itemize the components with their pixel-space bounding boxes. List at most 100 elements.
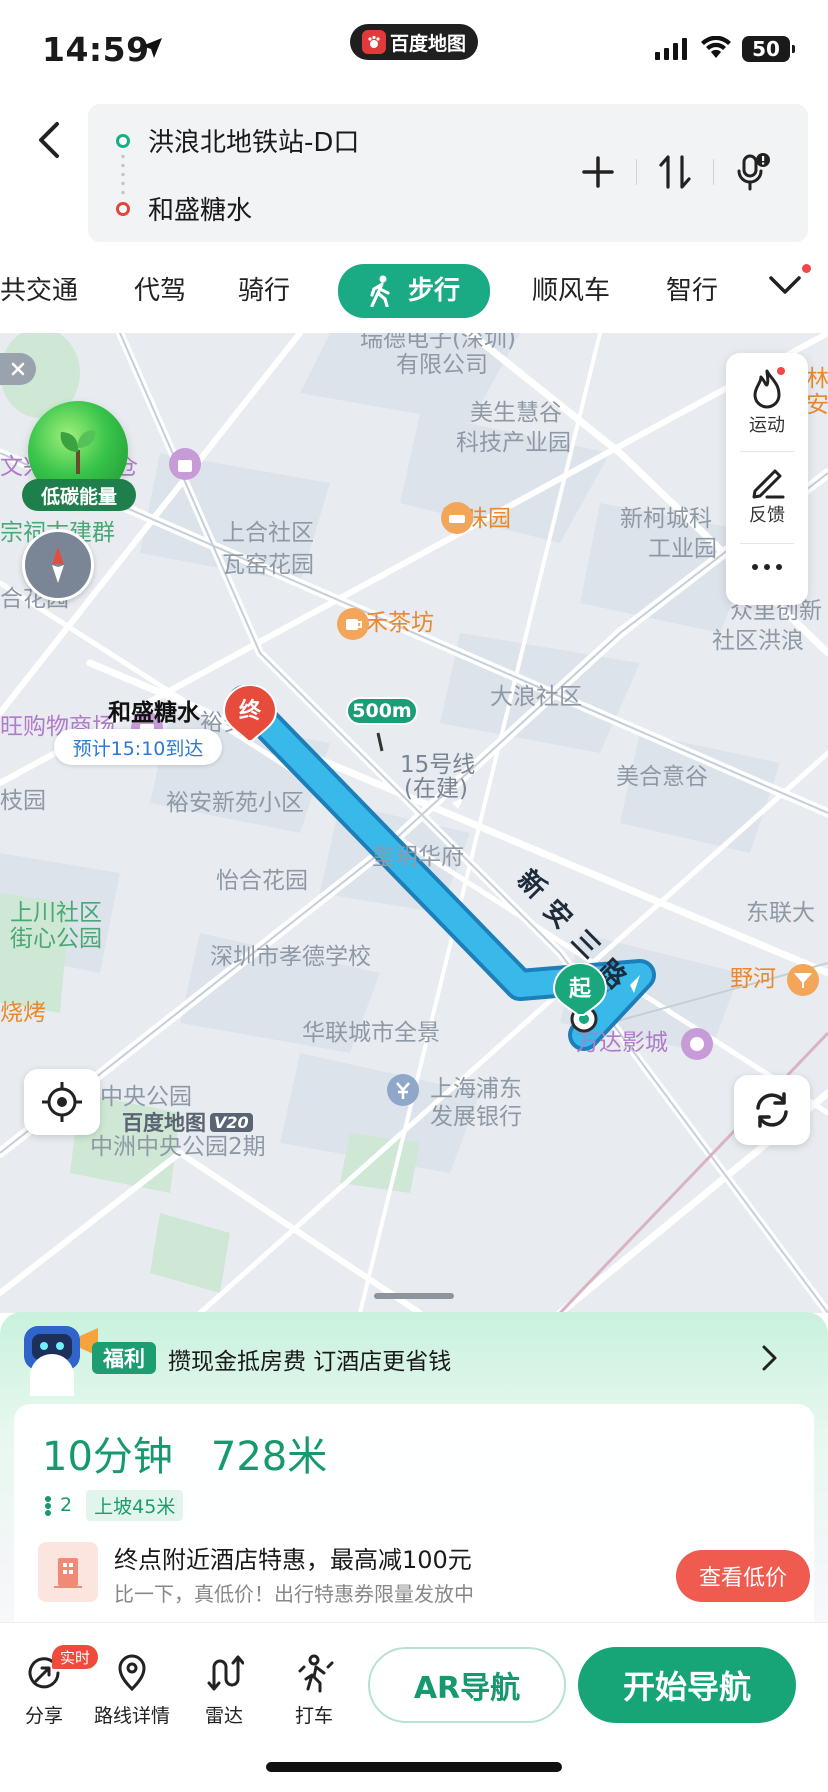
- feedback-button[interactable]: 反馈: [726, 461, 808, 527]
- end-pin-label: 终: [238, 699, 261, 724]
- map-label-poi: 野河: [730, 966, 776, 992]
- promo-tag: 福利: [92, 1342, 156, 1374]
- battery-indicator: 50: [742, 36, 795, 62]
- add-stop-button[interactable]: [560, 144, 636, 200]
- hotel-offer-subtitle: 比一下，真低价！出行特惠券限量发放中: [114, 1582, 474, 1606]
- tab-designated-driver[interactable]: 代驾: [134, 266, 186, 316]
- ar-navigation-button[interactable]: AR导航: [368, 1647, 566, 1723]
- destination-row[interactable]: 和盛糖水: [116, 190, 252, 227]
- tab-carpool[interactable]: 顺风车: [532, 266, 610, 316]
- status-bar: 14:59 百度地图 50: [0, 0, 828, 100]
- map-label: 科技产业园: [456, 430, 571, 456]
- close-energy-button[interactable]: [0, 353, 36, 385]
- route-summary: 10分钟 728米: [42, 1424, 327, 1482]
- map-label: 美合意谷: [616, 764, 708, 790]
- map-label: 社区洪浪: [712, 628, 804, 654]
- sprout-icon: [60, 430, 96, 474]
- microphone-icon: [737, 153, 770, 191]
- origin-text: 洪浪北地铁站-D口: [148, 128, 360, 158]
- pencil-icon: [752, 469, 785, 499]
- distance-marker: 500m: [346, 697, 418, 725]
- close-icon: [11, 362, 25, 376]
- origin-dot-icon: [116, 133, 130, 148]
- compass-icon: [52, 547, 64, 583]
- map-label: 工业园: [648, 536, 717, 562]
- traffic-lights-value: 2: [60, 1494, 73, 1517]
- more-button[interactable]: [726, 557, 808, 577]
- cellular-signal-icon: [655, 38, 687, 60]
- divider: [740, 451, 794, 452]
- restaurant-poi-icon: [441, 502, 473, 534]
- radar-icon: [207, 1655, 244, 1691]
- map-logo-version: V20: [210, 1112, 253, 1132]
- map-label: 深圳市孝德学校: [210, 944, 371, 970]
- start-navigation-button[interactable]: 开始导航: [578, 1647, 796, 1723]
- tab-walking[interactable]: 步行: [338, 264, 490, 318]
- taxi-person-icon: [298, 1654, 334, 1693]
- view-low-price-button[interactable]: 查看低价: [676, 1550, 810, 1602]
- voice-input-button[interactable]: [714, 144, 790, 200]
- promo-text: 攒现金抵房费 订酒店更省钱: [168, 1349, 452, 1375]
- map-label: 中洲中央公园2期: [90, 1134, 266, 1160]
- start-pin-label: 起: [568, 977, 591, 1002]
- tab-smart-travel[interactable]: 智行: [666, 266, 718, 316]
- map-view[interactable]: 瑞德电子(深圳) 有限公司 美生慧谷 科技产业园 馨味园 新柯城科 工业园 上合…: [0, 333, 828, 1313]
- route-card[interactable]: 10分钟 728米 2 上坡45米 终点附近酒店特惠，最高减100元 比一下，真…: [14, 1404, 814, 1654]
- flame-icon: [753, 367, 785, 409]
- slope-badge: 上坡45米: [86, 1490, 184, 1521]
- tab-public-transit[interactable]: 共交通: [0, 266, 78, 316]
- traffic-light-icon: [45, 1495, 51, 1516]
- swap-icon: [659, 155, 691, 189]
- map-label: 怡合花园: [216, 868, 308, 894]
- destination-map-name: 和盛糖水: [108, 700, 200, 726]
- map-label: 发展银行: [430, 1104, 522, 1130]
- plus-icon: [582, 156, 614, 188]
- tab-walking-label: 步行: [407, 276, 460, 306]
- map-label: 华联城市全景: [302, 1020, 440, 1046]
- crosshair-icon: [42, 1082, 82, 1122]
- compass-button[interactable]: [22, 529, 94, 601]
- notification-dot: [802, 264, 811, 273]
- taxi-button[interactable]: 打车: [294, 1653, 334, 1728]
- promo-banner[interactable]: 福利 攒现金抵房费 订酒店更省钱: [0, 1312, 828, 1400]
- sheet-drag-handle[interactable]: [374, 1293, 454, 1299]
- sport-button[interactable]: 运动: [726, 367, 808, 437]
- hotel-offer-row[interactable]: 终点附近酒店特惠，最高减100元 比一下，真低价！出行特惠券限量发放中 查看低价: [38, 1532, 810, 1612]
- map-label: 玺玥华府: [372, 844, 464, 870]
- home-indicator[interactable]: [266, 1762, 562, 1772]
- map-label: 瓦窑花园: [222, 552, 314, 578]
- map-label: 裕安新苑小区: [166, 790, 304, 816]
- start-pin-icon[interactable]: 起: [552, 961, 612, 1047]
- radar-button[interactable]: 雷达: [204, 1653, 244, 1728]
- cinema-poi-icon: [681, 1028, 713, 1060]
- chevron-left-icon: [39, 122, 59, 158]
- tab-cycling[interactable]: 骑行: [238, 266, 290, 316]
- map-label: 上合社区: [222, 520, 314, 546]
- hotel-icon: [38, 1542, 98, 1602]
- origin-row[interactable]: 洪浪北地铁站-D口: [116, 122, 359, 159]
- location-arrow-icon: [142, 38, 162, 58]
- map-side-panel: 运动 反馈: [726, 353, 808, 605]
- swap-route-button[interactable]: [637, 144, 713, 200]
- travel-mode-tabs: 共交通 代驾 骑行 步行 顺风车 智行: [0, 258, 828, 324]
- bank-poi-icon: [387, 1074, 419, 1106]
- map-pin-icon: [118, 1654, 146, 1692]
- back-button[interactable]: [26, 112, 70, 168]
- map-label: 安: [806, 392, 828, 418]
- radar-label: 雷达: [204, 1705, 243, 1727]
- my-location-button[interactable]: [24, 1069, 100, 1135]
- map-logo-text: 百度地图: [122, 1111, 206, 1135]
- low-carbon-energy-label: 低碳能量: [22, 479, 136, 511]
- chevron-down-icon[interactable]: [768, 274, 802, 296]
- live-badge: 实时: [52, 1645, 99, 1669]
- map-label: 东联大: [746, 900, 815, 926]
- refresh-route-button[interactable]: [734, 1075, 810, 1145]
- route-details-button[interactable]: 路线详情: [94, 1653, 170, 1728]
- walking-person-icon: [370, 275, 390, 307]
- app-indicator[interactable]: 百度地图: [350, 24, 478, 60]
- route-distance: 728米: [210, 1434, 328, 1480]
- end-pin-icon[interactable]: 终: [222, 683, 280, 761]
- map-label: 枝园: [0, 788, 46, 814]
- map-logo: 百度地图 V20: [122, 1107, 253, 1137]
- shopping-poi-icon: [169, 448, 201, 480]
